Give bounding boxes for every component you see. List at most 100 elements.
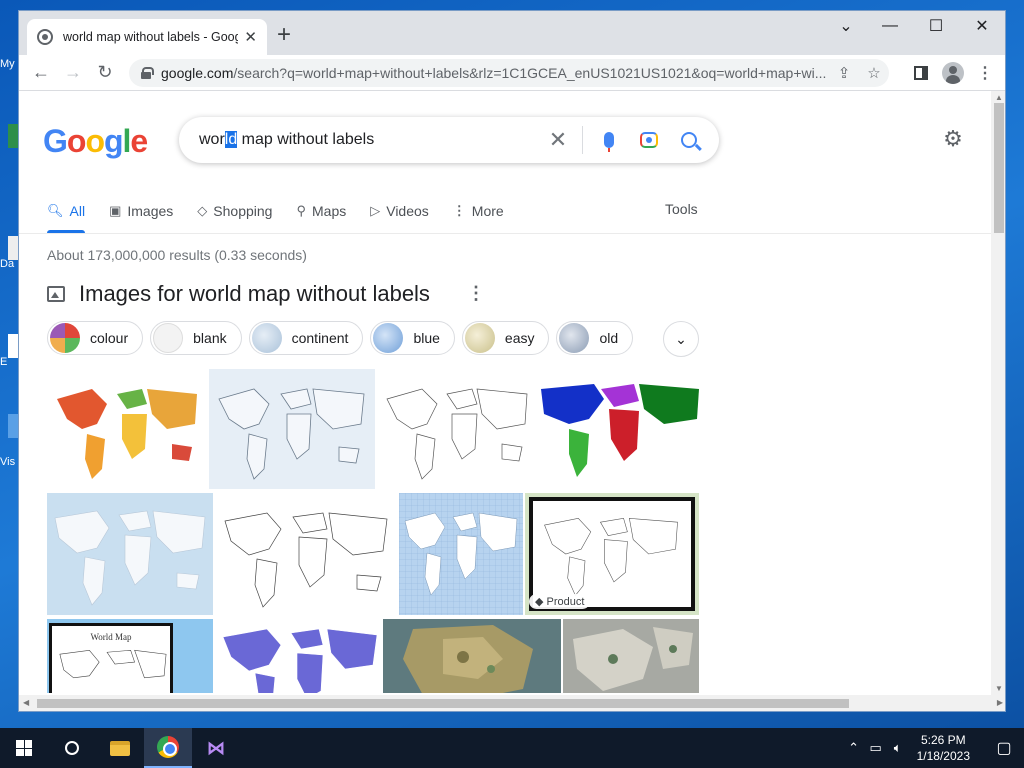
scroll-up-icon[interactable]: ▲ <box>995 93 1003 102</box>
desktop-shortcut-icon[interactable] <box>8 124 18 148</box>
image-result[interactable]: ◆ Product <box>525 493 699 615</box>
forward-button[interactable]: → <box>57 57 89 89</box>
tab-images[interactable]: ▣ Images <box>109 191 173 231</box>
search-icon <box>681 132 697 148</box>
search-tabs: 🔍︎ All ▣ Images ◇ Shopping ⚲ Maps ▷ Videos ⋮ M… <box>47 191 528 233</box>
vertical-scrollbar[interactable]: ▲ ▼ <box>991 91 1005 695</box>
file-explorer-button[interactable] <box>96 728 144 768</box>
product-badge: ◆ Product <box>529 594 591 609</box>
tab-more[interactable]: ⋮ More <box>453 191 504 231</box>
fantasy-map-image <box>573 627 693 691</box>
expand-chips-button[interactable]: ⌄ <box>663 321 699 357</box>
tab-videos[interactable]: ▷ Videos <box>370 191 429 231</box>
desktop-icon-label: Da <box>0 258 15 270</box>
search-icon: 🔍︎ <box>47 203 64 218</box>
share-icon[interactable]: ⇪ <box>829 64 859 82</box>
tab-shopping[interactable]: ◇ Shopping <box>197 191 272 231</box>
address-bar[interactable]: google.com/search?q=world+map+without+la… <box>129 59 889 87</box>
visual-studio-button[interactable]: ⋈ <box>192 728 240 768</box>
start-button[interactable] <box>0 728 48 768</box>
url-text[interactable]: google.com/search?q=world+map+without+la… <box>161 65 829 81</box>
scroll-left-icon[interactable]: ◀ <box>23 698 29 707</box>
image-result[interactable] <box>47 369 207 489</box>
search-submit-button[interactable] <box>669 132 709 148</box>
tab-search-button[interactable]: ⌄ <box>823 11 869 41</box>
chrome-taskbar-button[interactable] <box>144 728 192 768</box>
image-result[interactable] <box>215 619 381 693</box>
side-panel-button[interactable] <box>907 59 935 87</box>
browser-tab[interactable]: world map without labels - Goog ✕ <box>27 19 267 55</box>
clock-time: 5:26 PM <box>920 733 966 747</box>
visual-studio-icon: ⋈ <box>207 737 225 758</box>
tab-all[interactable]: 🔍︎ All <box>47 191 86 233</box>
map-caption: World Map <box>90 632 132 642</box>
browser-menu-button[interactable]: ⋮ <box>971 59 999 87</box>
side-panel-icon <box>914 66 928 80</box>
chip-blue[interactable]: blue <box>370 321 455 355</box>
search-divider <box>582 126 583 154</box>
search-input[interactable]: world map without labels <box>199 131 540 149</box>
refinement-chips: colour blank continent blue easy old <box>47 321 640 355</box>
image-result[interactable] <box>209 369 375 489</box>
lock-icon[interactable] <box>141 67 154 79</box>
chip-continent[interactable]: continent <box>248 321 364 355</box>
image-result[interactable]: World Map <box>47 619 213 693</box>
desktop-shortcut-icon[interactable] <box>8 414 18 438</box>
arrow-left-icon: ← <box>32 62 50 82</box>
framed-map: World Map <box>49 623 173 693</box>
network-icon[interactable]: ▭ <box>865 740 887 756</box>
new-tab-button[interactable]: + <box>277 23 291 47</box>
volume-icon[interactable]: 🔈︎ <box>887 740 909 756</box>
reload-icon: ↻ <box>97 62 113 82</box>
image-result[interactable] <box>563 619 699 693</box>
image-result[interactable] <box>377 369 537 489</box>
profile-button[interactable] <box>939 59 967 87</box>
images-more-options-icon[interactable]: ⋮ <box>467 283 485 304</box>
tools-button[interactable]: Tools <box>665 201 698 217</box>
clock[interactable]: 5:26 PM 1/18/2023 <box>917 732 970 764</box>
chip-blank[interactable]: blank <box>150 321 242 355</box>
tab-maps[interactable]: ⚲ Maps <box>296 191 346 231</box>
kebab-menu-icon: ⋮ <box>977 65 993 82</box>
scroll-right-icon[interactable]: ▶ <box>997 698 1003 707</box>
chip-thumbnail <box>251 323 282 353</box>
vertical-scroll-thumb[interactable] <box>994 103 1004 233</box>
maximize-button[interactable]: ☐ <box>913 11 959 41</box>
clear-search-icon[interactable]: ✕ <box>540 127 576 153</box>
reload-button[interactable]: ↻ <box>89 57 121 89</box>
voice-search-button[interactable] <box>589 132 629 152</box>
image-result[interactable] <box>47 493 213 615</box>
back-button[interactable]: ← <box>25 57 57 89</box>
close-window-button[interactable]: ✕ <box>959 11 1005 41</box>
desktop-shortcut-icon[interactable] <box>8 236 18 260</box>
notifications-button[interactable]: ▢ <box>984 728 1024 768</box>
image-result[interactable] <box>215 493 397 615</box>
horizontal-scroll-thumb[interactable] <box>37 699 849 708</box>
chip-old[interactable]: old <box>556 321 634 355</box>
image-result[interactable] <box>383 619 561 693</box>
chip-easy[interactable]: easy <box>461 321 550 355</box>
bookmark-star-icon[interactable]: ☆ <box>859 64 889 82</box>
chevron-up-icon[interactable]: ⌃ <box>843 740 865 756</box>
world-map-image <box>399 493 523 615</box>
scroll-down-icon[interactable]: ▼ <box>995 684 1003 693</box>
camera-lens-icon <box>640 132 658 148</box>
tag-icon: ◆ <box>535 596 547 608</box>
taskbar-search-button[interactable] <box>48 728 96 768</box>
desktop-shortcut-icon[interactable] <box>8 334 18 358</box>
close-tab-icon[interactable]: ✕ <box>244 28 257 46</box>
favicon-icon <box>37 29 53 45</box>
world-map-image <box>386 388 528 480</box>
image-result[interactable] <box>399 493 523 615</box>
minimize-button[interactable]: — <box>867 11 913 41</box>
search-box[interactable]: world map without labels ✕ <box>179 117 719 163</box>
google-logo[interactable]: Google <box>43 123 148 160</box>
horizontal-scrollbar[interactable]: ◀ ▶ <box>19 695 1005 711</box>
tabs-divider <box>19 233 991 234</box>
clock-date: 1/18/2023 <box>916 749 970 763</box>
settings-gear-icon[interactable]: ⚙ <box>941 127 965 151</box>
images-section-title[interactable]: Images for world map without labels <box>79 281 430 307</box>
chip-colour[interactable]: colour <box>47 321 144 355</box>
image-result[interactable] <box>539 369 699 489</box>
lens-search-button[interactable] <box>629 132 669 148</box>
